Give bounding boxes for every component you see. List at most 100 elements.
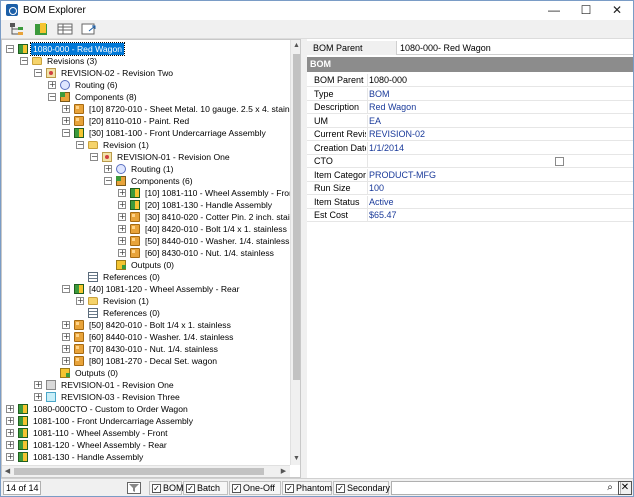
tree-node[interactable]: Outputs (0)	[2, 367, 288, 379]
expand-icon[interactable]: +	[62, 345, 70, 353]
tree-node-label[interactable]: [50] 8440-010 - Washer. 1/4. stainless	[143, 235, 290, 247]
expand-icon[interactable]: +	[6, 453, 14, 461]
tree-node-label[interactable]: Routing (6)	[73, 79, 120, 91]
tree-node[interactable]: + [20] 1081-130 - Handle Assembly	[2, 199, 288, 211]
scroll-down-icon[interactable]: ▼	[291, 453, 300, 465]
horizontal-scroll-thumb[interactable]	[14, 468, 264, 475]
filter-checkbox[interactable]: ✓	[285, 484, 294, 493]
tree-node[interactable]: + [40] 8420-010 - Bolt 1/4 x 1. stainless	[2, 223, 288, 235]
tree-node-label[interactable]: References (0)	[101, 307, 162, 319]
tree-node-label[interactable]: [70] 8430-010 - Nut. 1/4. stainless	[87, 343, 220, 355]
tree-node-label[interactable]: REVISION-02 - Revision Two	[59, 67, 175, 79]
tree-node[interactable]: − Components (8)	[2, 91, 288, 103]
tree-node[interactable]: +1080-000CTO - Custom to Order Wagon	[2, 403, 288, 415]
tree-node[interactable]: + [50] 8440-010 - Washer. 1/4. stainless	[2, 235, 290, 247]
tree-node-label[interactable]: Revision (1)	[101, 139, 151, 151]
tree-node-label[interactable]: Components (6)	[129, 175, 195, 187]
close-button[interactable]: ✕	[601, 1, 633, 20]
tree-node[interactable]: + Revision (1)	[2, 295, 288, 307]
filter-icon[interactable]	[127, 482, 141, 494]
tree-node[interactable]: References (0)	[2, 307, 288, 319]
vertical-scroll-thumb[interactable]	[293, 54, 300, 380]
tree-node-label[interactable]: REVISION-01 - Revision One	[115, 151, 232, 163]
hierarchy-icon[interactable]	[9, 22, 25, 36]
tree-node[interactable]: References (0)	[2, 271, 288, 283]
collapse-icon[interactable]: −	[76, 141, 84, 149]
collapse-icon[interactable]: −	[48, 93, 56, 101]
tree-node-label[interactable]: [60] 8430-010 - Nut. 1/4. stainless	[143, 247, 276, 259]
tree-node-label[interactable]: [10] 8720-010 - Sheet Metal. 10 gauge. 2…	[87, 103, 290, 115]
expand-icon[interactable]: +	[34, 393, 42, 401]
collapse-icon[interactable]: −	[20, 57, 28, 65]
expand-icon[interactable]: +	[118, 213, 126, 221]
tree-node[interactable]: + [50] 8420-010 - Bolt 1/4 x 1. stainless	[2, 319, 288, 331]
tree-node-label[interactable]: Routing (1)	[129, 163, 176, 175]
expand-icon[interactable]: +	[6, 441, 14, 449]
tree-node-label[interactable]: [40] 8420-010 - Bolt 1/4 x 1. stainless	[143, 223, 289, 235]
tree-node[interactable]: − Revision (1)	[2, 139, 288, 151]
filter-batch[interactable]: ✓ Batch	[183, 481, 228, 495]
tree-node-label[interactable]: Outputs (0)	[129, 259, 176, 271]
tree-node-label[interactable]: 1081-110 - Wheel Assembly - Front	[31, 427, 170, 439]
tree-node-label[interactable]: REVISION-03 - Revision Three	[59, 391, 182, 403]
tree-node-label[interactable]: [20] 1081-130 - Handle Assembly	[143, 199, 274, 211]
filter-secondary[interactable]: ✓ Secondary	[333, 481, 390, 495]
collapse-icon[interactable]: −	[62, 285, 70, 293]
maximize-button[interactable]: ☐	[570, 1, 602, 20]
tree-node-label[interactable]: REVISION-01 - Revision One	[59, 379, 176, 391]
filter-checkbox[interactable]: ✓	[336, 484, 345, 493]
tree-node-label[interactable]: [80] 1081-270 - Decal Set. wagon	[87, 355, 219, 367]
tree-node[interactable]: + [10] 1081-110 - Wheel Assembly - Fron	[2, 187, 290, 199]
tree-node-label[interactable]: Components (8)	[73, 91, 139, 103]
filter-one-off[interactable]: ✓ One-Off	[229, 481, 281, 495]
expand-icon[interactable]: +	[6, 429, 14, 437]
tree-node-label[interactable]: [30] 8410-020 - Cotter Pin. 2 inch. stai…	[143, 211, 290, 223]
expand-icon[interactable]: +	[34, 381, 42, 389]
expand-icon[interactable]: +	[62, 333, 70, 341]
scroll-right-icon[interactable]: ▶	[278, 466, 289, 477]
collapse-icon[interactable]: −	[104, 177, 112, 185]
tree-node-label[interactable]: Revision (1)	[101, 295, 151, 307]
search-icon[interactable]: ⌕	[603, 481, 617, 495]
grid-icon[interactable]	[57, 22, 73, 36]
tree-node[interactable]: − Components (6)	[2, 175, 288, 187]
tree-node[interactable]: − 1080-000 - Red Wagon	[2, 42, 288, 56]
tree-node[interactable]: − [40] 1081-120 - Wheel Assembly - Rear	[2, 283, 288, 295]
filter-checkbox[interactable]: ✓	[152, 484, 161, 493]
tree-node-label[interactable]: 1081-100 - Front Undercarriage Assembly	[31, 415, 195, 427]
export-icon[interactable]	[81, 22, 97, 36]
expand-icon[interactable]: +	[6, 417, 14, 425]
tree-node[interactable]: +1081-120 - Wheel Assembly - Rear	[2, 439, 288, 451]
scroll-up-icon[interactable]: ▲	[291, 40, 300, 52]
tree-node-label[interactable]: 1081-120 - Wheel Assembly - Rear	[31, 439, 169, 451]
tree-node-label[interactable]: [30] 1081-100 - Front Undercarriage Asse…	[87, 127, 268, 139]
filter-bom[interactable]: ✓ BOM	[149, 481, 184, 495]
expand-icon[interactable]: +	[62, 117, 70, 125]
tree-node[interactable]: + [60] 8430-010 - Nut. 1/4. stainless	[2, 247, 288, 259]
tree-node[interactable]: + [60] 8440-010 - Washer. 1/4. stainless	[2, 331, 288, 343]
assembly-icon[interactable]	[33, 22, 49, 36]
tree-node[interactable]: − REVISION-02 - Revision Two	[2, 67, 288, 79]
expand-icon[interactable]: +	[118, 237, 126, 245]
tree-node-label[interactable]: Outputs (0)	[73, 367, 120, 379]
tree-node-label[interactable]: [10] 1081-110 - Wheel Assembly - Fron	[143, 187, 290, 199]
vertical-scrollbar[interactable]: ▲ ▼	[290, 40, 300, 465]
tree-node-label[interactable]: 1080-000 - Red Wagon	[29, 42, 126, 56]
horizontal-scrollbar[interactable]: ◀ ▶	[2, 465, 290, 477]
cto-checkbox[interactable]	[555, 157, 564, 166]
tree-node[interactable]: + Routing (1)	[2, 163, 288, 175]
search-input[interactable]	[391, 481, 621, 495]
expand-icon[interactable]: +	[76, 297, 84, 305]
expand-icon[interactable]: +	[118, 249, 126, 257]
tree-node[interactable]: + [80] 1081-270 - Decal Set. wagon	[2, 355, 288, 367]
tree-node[interactable]: + REVISION-03 - Revision Three	[2, 391, 288, 403]
tree-node-label[interactable]: 1080-000CTO - Custom to Order Wagon	[31, 403, 190, 415]
tree-node[interactable]: − [30] 1081-100 - Front Undercarriage Ass…	[2, 127, 288, 139]
expand-icon[interactable]: +	[6, 405, 14, 413]
expand-icon[interactable]: +	[118, 189, 126, 197]
tree-node[interactable]: + [10] 8720-010 - Sheet Metal. 10 gauge. …	[2, 103, 290, 115]
expand-icon[interactable]: +	[62, 321, 70, 329]
tree-node-label[interactable]: [50] 8420-010 - Bolt 1/4 x 1. stainless	[87, 319, 233, 331]
tree-node-label[interactable]: [60] 8440-010 - Washer. 1/4. stainless	[87, 331, 235, 343]
collapse-icon[interactable]: −	[6, 45, 14, 53]
